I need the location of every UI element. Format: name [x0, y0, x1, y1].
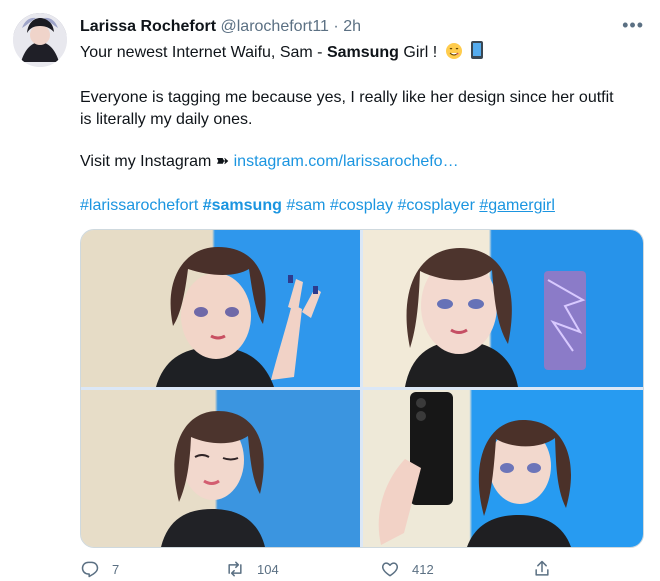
share-icon	[535, 560, 549, 576]
tweet-card[interactable]: Larissa Rochefort @larochefort11 · 2h ••…	[0, 0, 660, 580]
tweet-line-2: Everyone is tagging me because yes, I re…	[80, 89, 614, 106]
hashtag-gamergirl[interactable]: #gamergirl	[479, 197, 555, 214]
text-part: Girl !	[398, 44, 438, 61]
hashtag-cosplay[interactable]: #cosplay	[330, 197, 393, 214]
avatar[interactable]	[13, 13, 67, 67]
reply-icon	[81, 561, 99, 578]
hashtag-cosplayer[interactable]: #cosplayer	[398, 197, 475, 214]
tweet-line-3: is literally my daily ones.	[80, 111, 253, 128]
display-name[interactable]: Larissa Rochefort	[80, 18, 216, 35]
image-1[interactable]	[81, 230, 360, 387]
hashtag-sam[interactable]: #sam	[286, 197, 325, 214]
hashtag-samsung[interactable]: #samsung	[203, 197, 282, 214]
like-count: 412	[412, 561, 434, 577]
separator: ·	[333, 18, 339, 35]
cosplayer-holding-black-phone-photo-icon	[378, 392, 572, 547]
reply-button[interactable]: 7	[80, 557, 119, 581]
more-options-button[interactable]: •••	[622, 15, 644, 35]
image-3[interactable]	[81, 390, 360, 547]
retweet-icon	[228, 561, 242, 577]
image-2[interactable]	[363, 230, 643, 387]
yum-face-emoji-icon	[445, 42, 463, 67]
instagram-prefix-text: Visit my Instagram	[80, 153, 216, 170]
like-button[interactable]: 412	[380, 557, 434, 581]
hashtag-larissarochefort[interactable]: #larissarochefort	[80, 197, 198, 214]
tweet-line-1: Your newest Internet Waifu, Sam - Samsun…	[80, 40, 484, 67]
image-grid	[80, 229, 644, 548]
arrow-icon: ➽	[215, 153, 230, 170]
tweet-header: Larissa Rochefort @larochefort11 · 2h	[80, 17, 361, 37]
timestamp[interactable]: 2h	[343, 18, 361, 35]
retweet-count: 104	[257, 561, 279, 577]
tweet-actions: 7 104 412	[80, 557, 650, 581]
hashtags: #larissarochefort #samsung #sam #cosplay…	[80, 195, 555, 217]
cosplayer-peace-sign-photo-icon	[156, 247, 321, 387]
mobile-phone-icon	[470, 40, 484, 67]
cosplayer-holding-phone-photo-icon	[405, 248, 586, 387]
retweet-button[interactable]: 104	[225, 557, 279, 581]
user-handle[interactable]: @larochefort11	[221, 18, 329, 35]
heart-icon	[382, 562, 398, 577]
text-part: Your newest Internet Waifu, Sam -	[80, 44, 327, 61]
cosplayer-winking-photo-icon	[161, 411, 265, 547]
more-horizontal-icon: •••	[622, 15, 644, 35]
bold-text-samsung: Samsung	[326, 44, 399, 61]
instagram-link[interactable]: instagram.com/larissarochefo…	[234, 153, 459, 170]
profile-picture-icon	[13, 13, 67, 67]
image-4[interactable]	[363, 390, 643, 547]
tweet-line-4: Visit my Instagram ➽ instagram.com/laris…	[80, 151, 459, 173]
share-button[interactable]	[532, 557, 552, 581]
reply-count: 7	[112, 561, 120, 577]
